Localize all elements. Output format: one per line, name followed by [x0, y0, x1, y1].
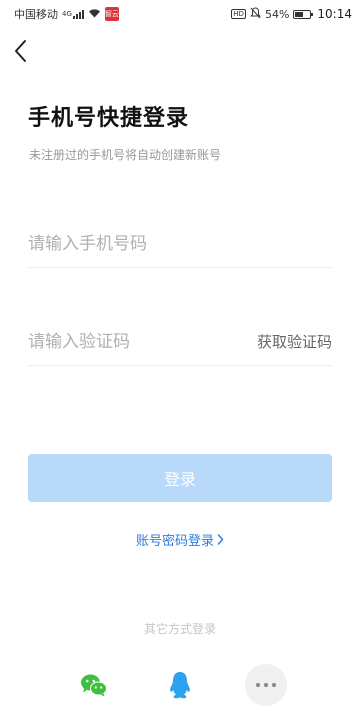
verification-code-input[interactable]: [28, 319, 248, 364]
carrier-label: 中国移动: [14, 8, 58, 21]
battery-fill: [295, 11, 303, 17]
page-title: 手机号快捷登录: [28, 106, 190, 131]
password-login-link[interactable]: 账号密码登录: [0, 530, 360, 549]
wechat-login-button[interactable]: [73, 664, 115, 706]
clock: 10:14: [317, 7, 352, 21]
app-notification-icon: 智云: [104, 7, 119, 21]
qq-login-button[interactable]: [159, 664, 201, 706]
more-login-options-button[interactable]: [245, 664, 287, 706]
wechat-icon: [81, 674, 107, 697]
back-button[interactable]: [6, 36, 36, 66]
signal-icon: [72, 9, 84, 19]
qq-penguin-icon: [170, 672, 190, 699]
chevron-right-icon: [217, 534, 224, 549]
password-login-label: 账号密码登录: [135, 534, 214, 549]
network-type-label: 4G: [62, 10, 72, 18]
battery-percent: 54%: [264, 7, 290, 21]
code-field: 获取验证码: [28, 318, 332, 366]
mute-icon: [250, 6, 261, 22]
status-bar-left: 中国移动 4G 智云: [14, 6, 119, 22]
page-subtitle: 未注册过的手机号将自动创建新账号: [29, 148, 222, 162]
wifi-icon: [88, 8, 101, 21]
login-button[interactable]: 登录: [28, 454, 332, 502]
more-dots-icon: [256, 683, 276, 687]
battery-icon: [293, 9, 314, 19]
status-bar: 中国移动 4G 智云 HD 54% 10:14: [0, 0, 360, 28]
phone-field: [28, 222, 332, 268]
social-login-row: [0, 664, 360, 710]
get-code-button[interactable]: 获取验证码: [257, 331, 332, 352]
phone-input[interactable]: [28, 222, 248, 266]
status-bar-right: HD 54% 10:14: [231, 6, 352, 22]
hd-icon: HD: [231, 9, 246, 19]
chevron-left-icon: [15, 40, 26, 62]
login-screen: 中国移动 4G 智云 HD 54% 10:14 手机号快捷登录 未注册过的手机号…: [0, 0, 360, 720]
other-methods-label: 其它方式登录: [143, 622, 216, 636]
